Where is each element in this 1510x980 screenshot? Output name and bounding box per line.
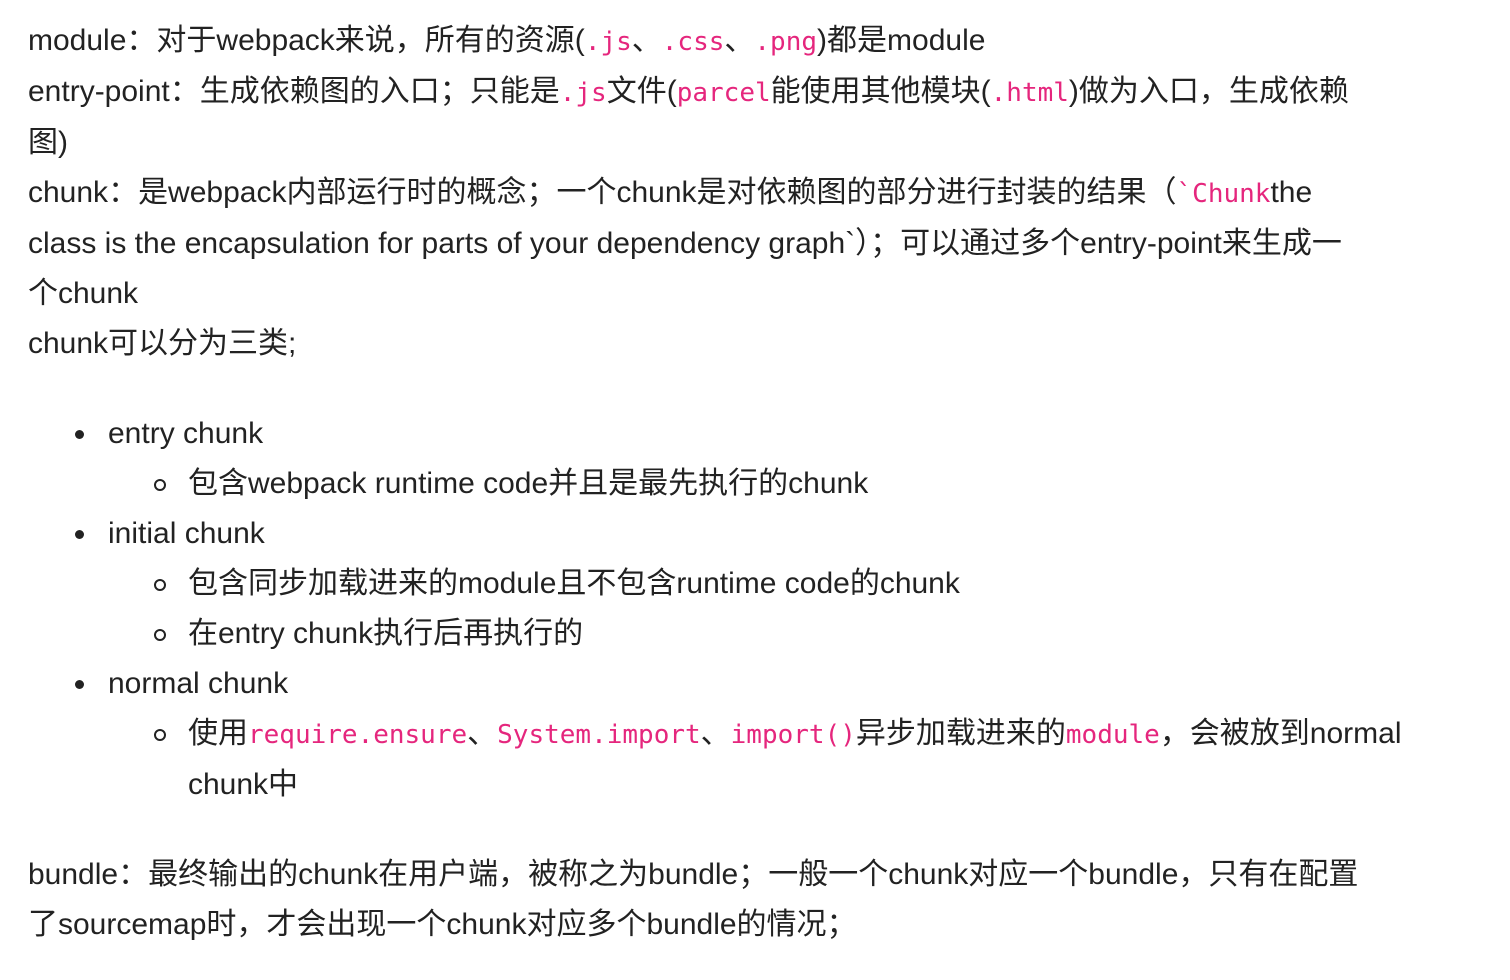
- initial-chunk-sublist: 包含同步加载进来的module且不包含runtime code的chunk 在e…: [108, 559, 1494, 659]
- code-system-import: System.import: [497, 720, 701, 750]
- initial-chunk-title: initial chunk: [108, 517, 265, 550]
- chunk-text: the: [1270, 176, 1313, 209]
- document-body: module：对于webpack来说，所有的资源(.js、.css、.png)都…: [0, 0, 1510, 980]
- normal-chunk-desc: ，会被放到normal: [1159, 717, 1402, 750]
- initial-chunk-desc: 在entry chunk执行后再执行的: [188, 617, 584, 650]
- module-text-end: )都是module: [817, 24, 986, 57]
- entry-point-definition: entry-point：生成依赖图的入口；只能是.js文件(parcel能使用其…: [28, 67, 1494, 168]
- bundle-definition: bundle：最终输出的chunk在用户端，被称之为bundle；一般一个chu…: [28, 850, 1494, 950]
- bullet-circle-icon: [154, 729, 166, 741]
- separator: ：: [169, 75, 200, 108]
- chunk-text: class is the encapsulation for parts of …: [28, 227, 1342, 260]
- entry-chunk-desc: 包含webpack runtime code并且是最先执行的chunk: [188, 467, 869, 500]
- initial-chunk-desc: 包含同步加载进来的module且不包含runtime code的chunk: [188, 567, 960, 600]
- list-item: 包含同步加载进来的module且不包含runtime code的chunk: [154, 559, 1494, 609]
- list-item-normal-chunk: normal chunk 使用require.ensure、System.imp…: [75, 659, 1494, 810]
- separator: ：: [126, 24, 157, 57]
- bundle-term: bundle: [28, 858, 119, 891]
- bundle-text: 最终输出的chunk在用户端，被称之为bundle；一般一个chunk对应一个b…: [148, 858, 1359, 891]
- code-js: .js: [584, 27, 632, 57]
- list-item-initial-chunk: initial chunk 包含同步加载进来的module且不包含runtime…: [75, 509, 1494, 659]
- list-item: 使用require.ensure、System.import、import()异…: [154, 709, 1494, 810]
- normal-chunk-desc: chunk中: [188, 768, 299, 801]
- code-require-ensure: require.ensure: [248, 720, 468, 750]
- chunk-term: chunk: [28, 176, 109, 209]
- entry-text: )做为入口，生成依赖: [1068, 75, 1349, 108]
- entry-chunk-title: entry chunk: [108, 417, 264, 450]
- punctuation: 、: [467, 717, 498, 750]
- chunk-definition: chunk：是webpack内部运行时的概念；一个chunk是对依赖图的部分进行…: [28, 168, 1494, 319]
- code-png: .png: [754, 27, 818, 57]
- chunk-text: 是webpack内部运行时的概念；一个chunk是对依赖图的部分进行封装的结果（: [138, 176, 1177, 209]
- code-import: import(): [730, 720, 856, 750]
- code-module: module: [1065, 720, 1160, 750]
- list-item: 在entry chunk执行后再执行的: [154, 609, 1494, 659]
- punctuation: 、: [631, 24, 662, 57]
- bullet-circle-icon: [154, 629, 166, 641]
- entry-text: 生成依赖图的入口；只能是: [199, 75, 560, 108]
- entry-chunk-sublist: 包含webpack runtime code并且是最先执行的chunk: [108, 459, 1494, 509]
- module-definition: module：对于webpack来说，所有的资源(.js、.css、.png)都…: [28, 16, 1494, 67]
- code-js: .js: [559, 78, 607, 108]
- separator: ：: [118, 858, 149, 891]
- punctuation: 、: [724, 24, 755, 57]
- entry-text: 文件(: [606, 75, 677, 108]
- module-text: 对于webpack来说，所有的资源(: [156, 24, 585, 57]
- normal-chunk-desc: 使用: [188, 717, 248, 750]
- code-css: .css: [661, 27, 725, 57]
- entry-text: 能使用其他模块(: [770, 75, 991, 108]
- chunk-types-intro: chunk可以分为三类;: [28, 327, 297, 360]
- punctuation: 、: [700, 717, 731, 750]
- normal-chunk-desc: 异步加载进来的: [855, 717, 1066, 750]
- bullet-circle-icon: [154, 579, 166, 591]
- bundle-text: 了sourcemap时，才会出现一个chunk对应多个bundle的情况；: [28, 908, 857, 941]
- bullet-disc-icon: [75, 530, 84, 539]
- entry-text: 图): [28, 126, 68, 159]
- code-parcel: parcel: [676, 78, 771, 108]
- code-chunk: `Chunk: [1176, 179, 1271, 209]
- list-item-entry-chunk: entry chunk 包含webpack runtime code并且是最先执…: [75, 409, 1494, 509]
- module-term: module: [28, 24, 127, 57]
- list-item: 包含webpack runtime code并且是最先执行的chunk: [154, 459, 1494, 509]
- separator: ：: [108, 176, 139, 209]
- bullet-disc-icon: [75, 680, 84, 689]
- bullet-disc-icon: [75, 430, 84, 439]
- entry-point-term: entry-point: [28, 75, 170, 108]
- chunk-text: 个chunk: [28, 277, 139, 310]
- normal-chunk-title: normal chunk: [108, 667, 289, 700]
- normal-chunk-sublist: 使用require.ensure、System.import、import()异…: [108, 709, 1494, 810]
- chunk-types-list: entry chunk 包含webpack runtime code并且是最先执…: [28, 409, 1494, 810]
- bullet-circle-icon: [154, 479, 166, 491]
- code-html: .html: [990, 78, 1069, 108]
